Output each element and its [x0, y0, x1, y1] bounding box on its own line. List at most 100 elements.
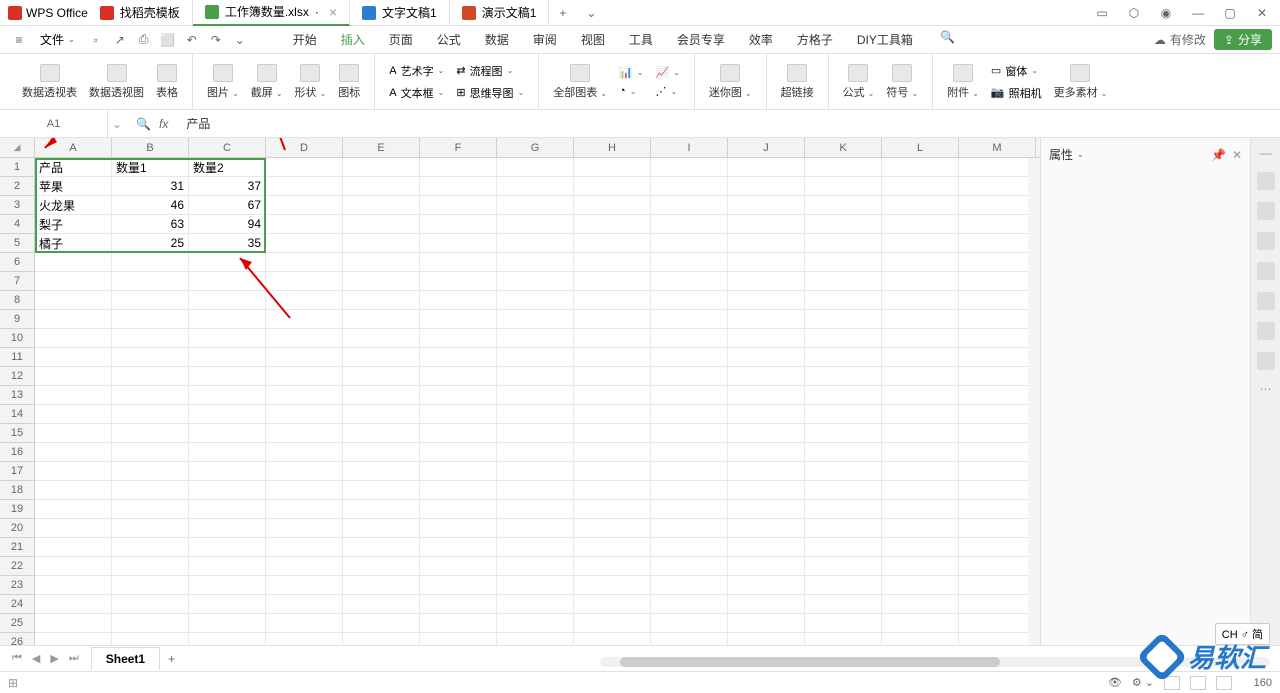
symbol-button[interactable]: 符号 ⌄ [880, 54, 924, 109]
attachment-button[interactable]: 附件 ⌄ [941, 54, 985, 109]
col-header-m[interactable]: M [959, 138, 1036, 157]
cell[interactable] [420, 310, 497, 329]
cell[interactable] [959, 367, 1036, 386]
row-header[interactable]: 6 [0, 253, 34, 272]
cell[interactable] [805, 595, 882, 614]
cell[interactable] [651, 519, 728, 538]
cell[interactable] [35, 443, 112, 462]
cell[interactable] [574, 633, 651, 645]
cell[interactable] [882, 633, 959, 645]
cell[interactable] [420, 234, 497, 253]
style-icon[interactable] [1257, 202, 1275, 220]
name-box[interactable]: A1 [0, 110, 108, 137]
sheet-tab[interactable]: Sheet1 [91, 647, 160, 670]
row-header[interactable]: 19 [0, 500, 34, 519]
cell[interactable] [728, 538, 805, 557]
cell[interactable] [882, 424, 959, 443]
cell[interactable] [343, 462, 420, 481]
cell[interactable] [574, 443, 651, 462]
menu-icon[interactable]: ≡ [8, 29, 30, 51]
row-header[interactable]: 4 [0, 215, 34, 234]
cell[interactable] [343, 576, 420, 595]
cell[interactable] [651, 329, 728, 348]
maximize-button[interactable]: ▢ [1220, 3, 1240, 23]
break-view-button[interactable] [1216, 676, 1232, 690]
cell[interactable] [266, 234, 343, 253]
vertical-scrollbar[interactable] [1028, 158, 1040, 645]
share-button[interactable]: ⇪ 分享 [1214, 29, 1272, 50]
cell[interactable] [651, 215, 728, 234]
cell[interactable] [497, 177, 574, 196]
cell[interactable] [266, 367, 343, 386]
cell[interactable] [112, 367, 189, 386]
menu-tab-tools[interactable]: 工具 [617, 26, 665, 54]
cell[interactable] [805, 272, 882, 291]
cell[interactable] [343, 386, 420, 405]
cell[interactable] [651, 614, 728, 633]
select-all-cell[interactable]: ◢ [0, 138, 35, 157]
cell[interactable] [112, 329, 189, 348]
cell[interactable]: 橘子 [35, 234, 112, 253]
menu-tab-formula[interactable]: 公式 [425, 26, 473, 54]
page-view-button[interactable] [1190, 676, 1206, 690]
cell[interactable] [882, 177, 959, 196]
cell[interactable]: 94 [189, 215, 266, 234]
cell[interactable] [35, 424, 112, 443]
cell[interactable] [728, 386, 805, 405]
cell[interactable] [959, 215, 1036, 234]
cell[interactable] [343, 595, 420, 614]
row-header[interactable]: 20 [0, 519, 34, 538]
col-header-l[interactable]: L [882, 138, 959, 157]
menu-tab-data[interactable]: 数据 [473, 26, 521, 54]
cell[interactable] [343, 500, 420, 519]
menu-tab-insert[interactable]: 插入 [329, 26, 377, 54]
cell[interactable] [728, 348, 805, 367]
cell[interactable] [497, 424, 574, 443]
cell[interactable] [651, 234, 728, 253]
cell[interactable] [574, 557, 651, 576]
cell[interactable] [651, 633, 728, 645]
undo-icon[interactable]: ↶ [181, 29, 203, 51]
cell[interactable] [343, 196, 420, 215]
row-header[interactable]: 17 [0, 462, 34, 481]
cell[interactable] [959, 291, 1036, 310]
cell[interactable] [497, 633, 574, 645]
cell[interactable] [189, 443, 266, 462]
bar-chart-button[interactable]: 📊⌄ [613, 64, 649, 81]
cell[interactable] [574, 405, 651, 424]
cell[interactable] [497, 500, 574, 519]
cell[interactable] [651, 310, 728, 329]
cell[interactable] [882, 614, 959, 633]
cell[interactable] [805, 557, 882, 576]
cell[interactable] [651, 196, 728, 215]
cell[interactable] [805, 291, 882, 310]
cell[interactable] [651, 405, 728, 424]
cell[interactable] [728, 614, 805, 633]
cell[interactable] [805, 462, 882, 481]
cell[interactable] [728, 424, 805, 443]
cell[interactable] [574, 576, 651, 595]
cell[interactable] [189, 291, 266, 310]
cell[interactable] [189, 386, 266, 405]
cell[interactable] [882, 329, 959, 348]
sparkline-button[interactable]: 迷你图 ⌄ [703, 54, 758, 109]
cell[interactable] [651, 253, 728, 272]
cell[interactable] [728, 158, 805, 177]
cell[interactable] [35, 519, 112, 538]
row-header[interactable]: 14 [0, 405, 34, 424]
cell[interactable] [805, 538, 882, 557]
cell[interactable] [882, 500, 959, 519]
cell[interactable] [882, 462, 959, 481]
cell[interactable] [189, 253, 266, 272]
row-header[interactable]: 5 [0, 234, 34, 253]
cell[interactable] [728, 291, 805, 310]
export-icon[interactable]: ↗ [109, 29, 131, 51]
cell[interactable] [882, 234, 959, 253]
cell[interactable] [651, 500, 728, 519]
cell[interactable] [728, 576, 805, 595]
close-button[interactable]: ✕ [1252, 3, 1272, 23]
cell[interactable] [728, 329, 805, 348]
eye-icon[interactable]: 👁 [1108, 676, 1122, 689]
cell[interactable] [35, 253, 112, 272]
cell[interactable] [266, 462, 343, 481]
